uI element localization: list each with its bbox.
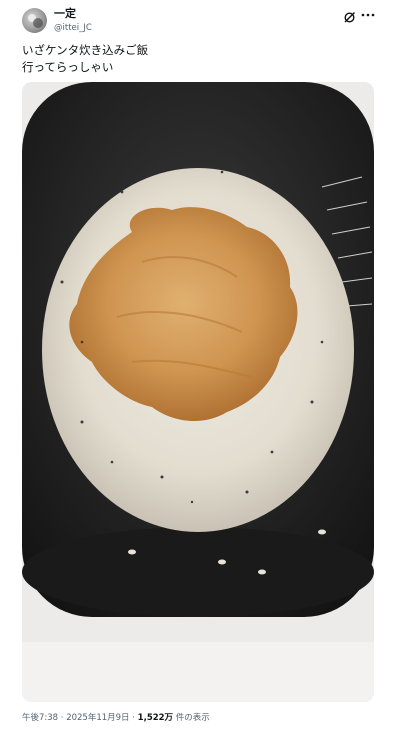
avatar[interactable] <box>22 8 47 33</box>
post-text-line: 行ってらっしゃい <box>22 60 114 74</box>
meta-separator: · <box>60 713 64 723</box>
post-text-line: いざケンタ炊き込みご飯 <box>22 43 149 57</box>
meta-separator: · <box>132 713 135 723</box>
more-dots-icon[interactable] <box>360 7 376 21</box>
post-text: いざケンタ炊き込みご飯 行ってらっしゃい <box>22 42 372 76</box>
author-handle[interactable]: @ittei_JC <box>54 22 92 34</box>
post-photo[interactable] <box>22 82 374 702</box>
post-meta: 午後7:38 · 2025年11月9日 · 1,522万 件の表示 <box>22 711 210 725</box>
views-label: 件の表示 <box>175 713 210 723</box>
post-time[interactable]: 午後7:38 <box>22 713 58 723</box>
post-header: 一定 @ittei_JC <box>0 0 400 40</box>
grok-icon[interactable] <box>343 9 356 23</box>
post-date[interactable]: 2025年11月9日 <box>66 713 129 723</box>
author-name[interactable]: 一定 <box>54 7 76 21</box>
views-count: 1,522万 <box>137 713 174 723</box>
